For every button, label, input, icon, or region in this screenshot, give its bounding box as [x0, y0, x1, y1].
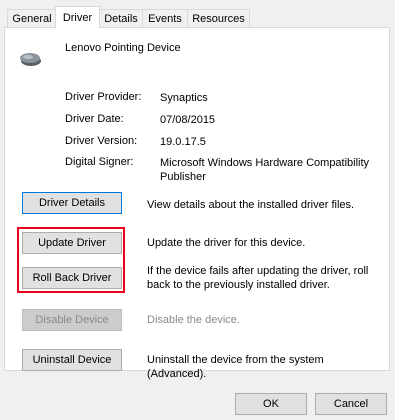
- driver-date-value: 07/08/2015: [160, 114, 216, 126]
- digital-signer-label: Digital Signer:: [65, 156, 134, 168]
- driver-date-label: Driver Date:: [65, 113, 124, 125]
- driver-version-label: Driver Version:: [65, 135, 138, 147]
- driver-provider-value: Synaptics: [160, 92, 208, 104]
- tab-general[interactable]: General: [7, 9, 57, 27]
- cancel-button[interactable]: Cancel: [315, 393, 387, 415]
- roll-back-driver-button[interactable]: Roll Back Driver: [22, 267, 122, 289]
- uninstall-device-description: Uninstall the device from the system (Ad…: [147, 354, 324, 380]
- tab-events[interactable]: Events: [142, 9, 188, 27]
- driver-details-description: View details about the installed driver …: [147, 199, 355, 211]
- tab-resources[interactable]: Resources: [187, 9, 250, 27]
- update-driver-description: Update the driver for this device.: [147, 237, 306, 249]
- uninstall-device-button[interactable]: Uninstall Device: [22, 349, 122, 371]
- disable-device-description: Disable the device.: [147, 314, 240, 326]
- tab-strip: General Driver Details Events Resources: [0, 0, 395, 28]
- driver-provider-label: Driver Provider:: [65, 91, 142, 103]
- roll-back-driver-description: If the device fails after updating the d…: [147, 265, 369, 291]
- disable-device-button: Disable Device: [22, 309, 122, 331]
- ok-button[interactable]: OK: [235, 393, 307, 415]
- tab-driver[interactable]: Driver: [55, 6, 100, 28]
- driver-details-button[interactable]: Driver Details: [22, 192, 122, 214]
- mouse-icon: [20, 53, 41, 66]
- update-driver-button[interactable]: Update Driver: [22, 232, 122, 254]
- tab-details[interactable]: Details: [99, 9, 143, 27]
- driver-version-value: 19.0.17.5: [160, 136, 206, 148]
- digital-signer-value: Microsoft Windows Hardware Compatibility…: [160, 157, 370, 183]
- device-name: Lenovo Pointing Device: [65, 42, 181, 54]
